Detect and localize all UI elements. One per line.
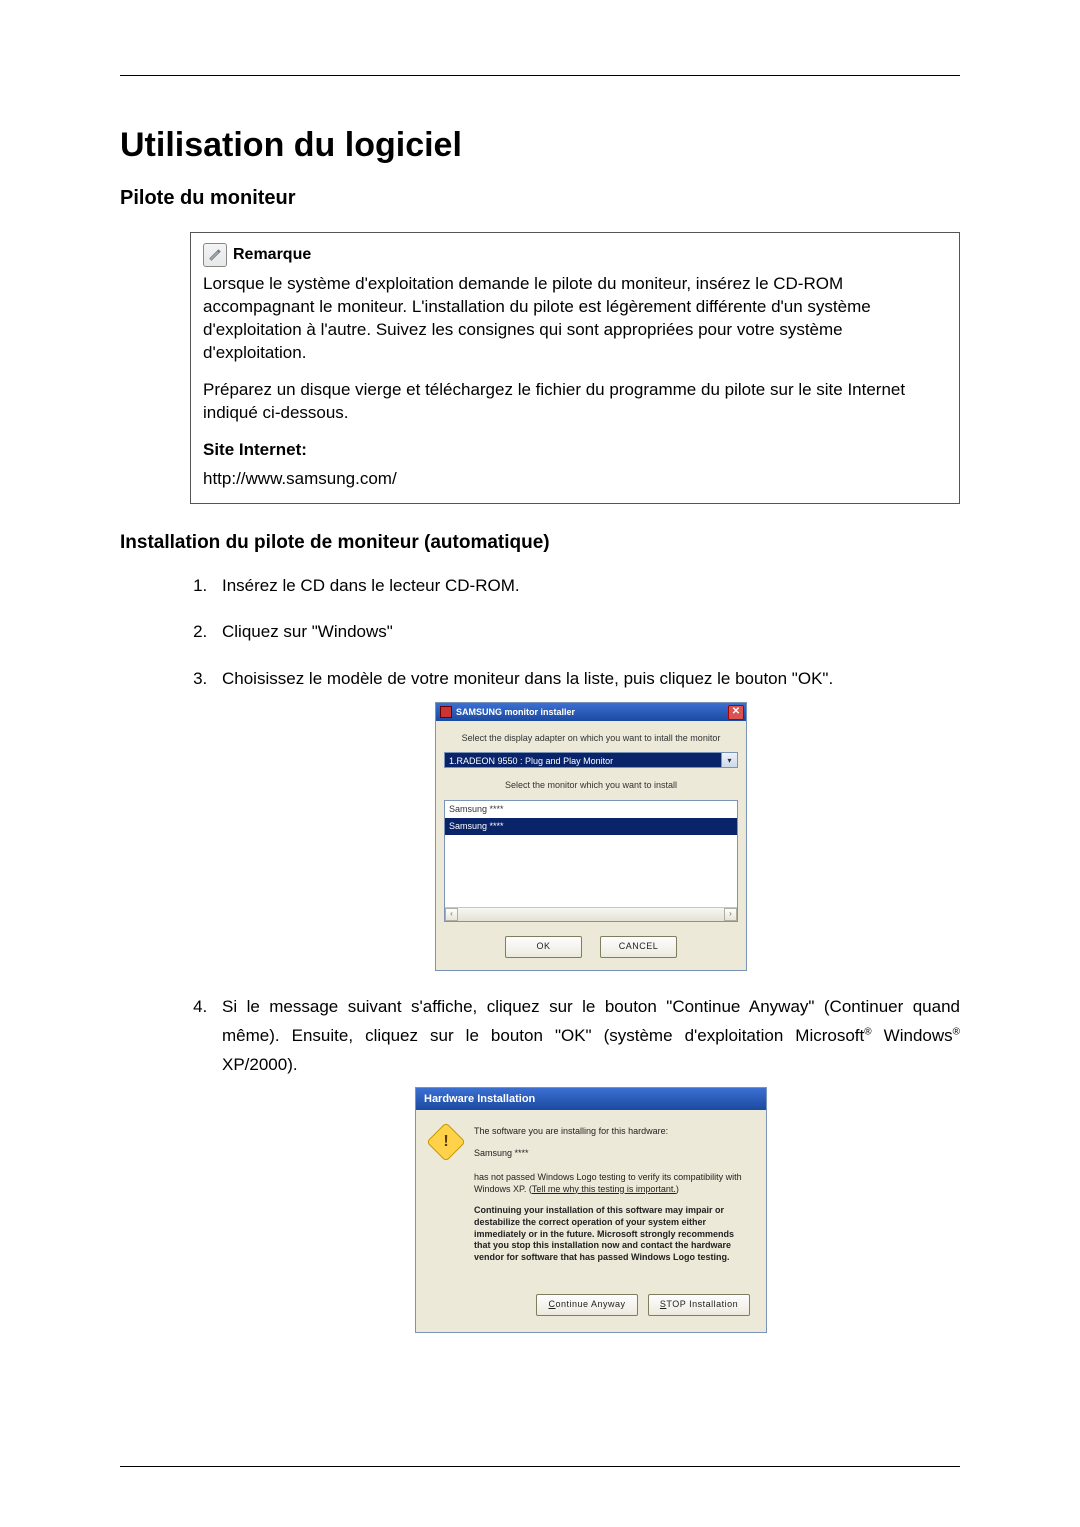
- step-3: Choisissez le modèle de votre moniteur d…: [212, 665, 960, 970]
- hw-line-2: has not passed Windows Logo testing to v…: [474, 1172, 748, 1195]
- scroll-left-icon[interactable]: ‹: [445, 908, 458, 921]
- close-icon[interactable]: ✕: [728, 705, 744, 720]
- adapter-dropdown[interactable]: 1.RADEON 9550 : Plug and Play Monitor ▾: [444, 752, 738, 768]
- installer-app-icon: [440, 706, 452, 718]
- step-3-text: Choisissez le modèle de votre moniteur d…: [222, 669, 833, 688]
- installer-titlebar: SAMSUNG monitor installer ✕: [436, 703, 746, 721]
- step-2-text: Cliquez sur "Windows": [222, 622, 393, 641]
- list-item[interactable]: Samsung ****: [445, 801, 737, 818]
- step-1: Insérez le CD dans le lecteur CD-ROM.: [212, 572, 960, 601]
- hardware-dialog-text: The software you are installing for this…: [474, 1126, 748, 1273]
- top-rule: [120, 75, 960, 76]
- adapter-selected: 1.RADEON 9550 : Plug and Play Monitor: [444, 752, 721, 768]
- bottom-rule: [120, 1466, 960, 1467]
- installer-title: SAMSUNG monitor installer: [456, 705, 575, 720]
- hardware-dialog-title: Hardware Installation: [416, 1088, 766, 1110]
- step-4-text: Si le message suivant s'affiche, cliquez…: [222, 993, 960, 1080]
- logo-testing-link[interactable]: Tell me why this testing is important.: [532, 1184, 676, 1194]
- site-internet-label: Site Internet:: [203, 439, 947, 462]
- note-box: Remarque Lorsque le système d'exploitati…: [190, 232, 960, 504]
- stop-installation-button[interactable]: STOP Installation: [648, 1294, 750, 1316]
- hw-device: Samsung ****: [474, 1148, 748, 1160]
- installer-instruction-1: Select the display adapter on which you …: [440, 731, 742, 746]
- site-url: http://www.samsung.com/: [203, 468, 947, 491]
- horizontal-scrollbar[interactable]: ‹ ›: [445, 907, 737, 921]
- note-paragraph-1: Lorsque le système d'exploitation demand…: [203, 273, 947, 365]
- note-label: Remarque: [233, 244, 311, 266]
- section-driver-heading: Pilote du moniteur: [120, 187, 960, 210]
- steps-list: Insérez le CD dans le lecteur CD-ROM. Cl…: [120, 572, 960, 1333]
- note-header: Remarque: [203, 243, 947, 267]
- installer-window: SAMSUNG monitor installer ✕ Select the d…: [435, 702, 747, 971]
- scroll-right-icon[interactable]: ›: [724, 908, 737, 921]
- hw-line-1: The software you are installing for this…: [474, 1126, 748, 1138]
- continue-anyway-button[interactable]: Continue Anyway: [536, 1294, 638, 1316]
- page: Utilisation du logiciel Pilote du monite…: [0, 0, 1080, 1527]
- hardware-dialog-figure: Hardware Installation ! The software you…: [222, 1087, 960, 1332]
- list-item[interactable]: Samsung ****: [445, 818, 737, 835]
- step-1-text: Insérez le CD dans le lecteur CD-ROM.: [222, 576, 520, 595]
- cancel-button[interactable]: CANCEL: [600, 936, 677, 958]
- note-icon: [203, 243, 227, 267]
- note-paragraph-2: Préparez un disque vierge et téléchargez…: [203, 379, 947, 425]
- section-auto-install-heading: Installation du pilote de moniteur (auto…: [120, 532, 960, 554]
- ok-button[interactable]: OK: [505, 936, 582, 958]
- hardware-dialog-buttons: Continue Anyway STOP Installation: [416, 1284, 766, 1332]
- hw-warning-bold: Continuing your installation of this sof…: [474, 1205, 748, 1263]
- step-4: Si le message suivant s'affiche, cliquez…: [212, 993, 960, 1333]
- page-title: Utilisation du logiciel: [120, 126, 960, 165]
- installer-figure: SAMSUNG monitor installer ✕ Select the d…: [222, 702, 960, 971]
- monitor-listbox[interactable]: Samsung **** Samsung **** ‹ ›: [444, 800, 738, 922]
- hardware-installation-dialog: Hardware Installation ! The software you…: [415, 1087, 767, 1332]
- installer-instruction-2: Select the monitor which you want to ins…: [440, 778, 742, 793]
- installer-button-row: OK CANCEL: [436, 922, 746, 970]
- warning-icon: !: [426, 1123, 466, 1163]
- step-2: Cliquez sur "Windows": [212, 618, 960, 647]
- chevron-down-icon[interactable]: ▾: [721, 752, 738, 768]
- hardware-dialog-body: ! The software you are installing for th…: [416, 1110, 766, 1283]
